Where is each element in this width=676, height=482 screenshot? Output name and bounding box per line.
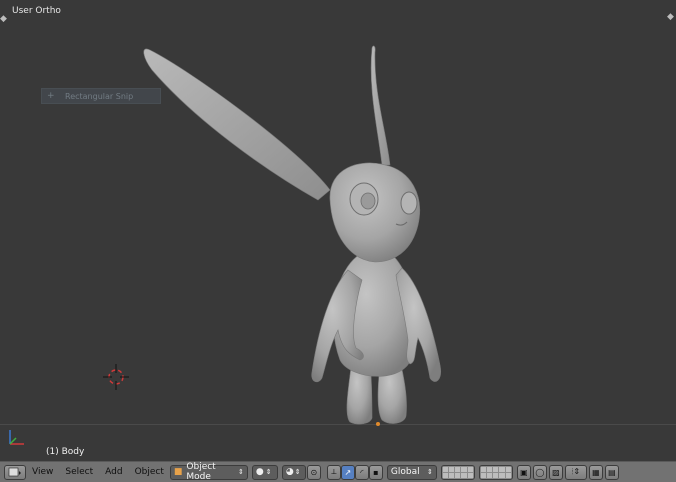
mode-label: Object Mode [186, 462, 216, 482]
updown-arrow-icon: ⇕ [265, 468, 272, 476]
layer-grid-1[interactable] [440, 464, 475, 480]
right-eye [400, 191, 418, 215]
scale-icon: ▪ [373, 467, 379, 477]
circle-icon: ◯ [535, 467, 545, 477]
rabbit-model[interactable] [0, 0, 676, 461]
orientation-label: Global [390, 467, 420, 477]
sphere-icon: ● [255, 467, 264, 477]
snap-increment-icon: ⦙⇕ [571, 467, 581, 476]
right-ear [370, 45, 391, 166]
film-icon: ▤ [608, 467, 616, 477]
manipulator-center-button[interactable]: ⊙ [306, 464, 321, 480]
lock-icon: ▣ [520, 467, 528, 477]
menu-select[interactable]: Select [65, 467, 93, 477]
pivot-dropdown[interactable]: ◕ ⇕ [281, 464, 306, 480]
layer-grid-2[interactable] [478, 464, 513, 480]
menu-add[interactable]: Add [105, 467, 122, 477]
object-info-label: (1) Body [46, 447, 85, 457]
proportional-edit-button[interactable]: ◯ [532, 464, 547, 480]
lock-layers-button[interactable]: ▣ [516, 464, 531, 480]
updown-arrow-icon: ⇕ [238, 468, 244, 476]
orientation-dropdown[interactable]: Global ⇕ [386, 464, 437, 480]
cube-icon: ■ [173, 467, 183, 477]
hatch-icon: ▨ [552, 467, 560, 477]
opengl-render-button[interactable]: ▦ [588, 464, 603, 480]
translate-manipulator-button[interactable]: ↗ [340, 464, 355, 480]
updown-arrow-icon: ⇕ [294, 468, 301, 476]
camera-icon: ▦ [592, 467, 600, 477]
manipulator-icon: ⊙ [310, 467, 318, 477]
scale-manipulator-button[interactable]: ▪ [368, 464, 383, 480]
left-ear [143, 48, 331, 201]
axis-gizmo-icon [9, 430, 24, 445]
translate-arrow-icon: ↗ [344, 467, 352, 477]
menu-object[interactable]: Object [135, 467, 164, 477]
rotate-manipulator-button[interactable]: ◜ [354, 464, 369, 480]
3d-viewport[interactable]: User Ortho ◆ ◆ + Rectangular Snip (1) Bo… [0, 0, 676, 461]
3d-cursor-icon [103, 364, 129, 390]
object-origin-dot [376, 422, 380, 426]
snap-element-dropdown[interactable]: ⦙⇕ [564, 464, 587, 480]
pivot-icon: ◕ [285, 467, 294, 477]
editor-type-button[interactable] [4, 464, 26, 480]
rotate-arc-icon: ◜ [360, 467, 364, 477]
viewport-header: View Select Add Object ■ Object Mode ⇕ ●… [0, 461, 676, 482]
render-animation-button[interactable]: ▤ [604, 464, 619, 480]
axis-arrows-icon: ⟂ [331, 467, 337, 476]
manipulator-toggle-button[interactable]: ⟂ [326, 464, 341, 480]
snap-toggle-button[interactable]: ▨ [548, 464, 563, 480]
mode-dropdown[interactable]: ■ Object Mode ⇕ [169, 462, 248, 482]
editor-type-icon [8, 467, 21, 477]
updown-arrow-icon: ⇕ [427, 468, 433, 476]
shading-dropdown[interactable]: ● ⇕ [251, 464, 278, 480]
menu-view[interactable]: View [32, 467, 53, 477]
